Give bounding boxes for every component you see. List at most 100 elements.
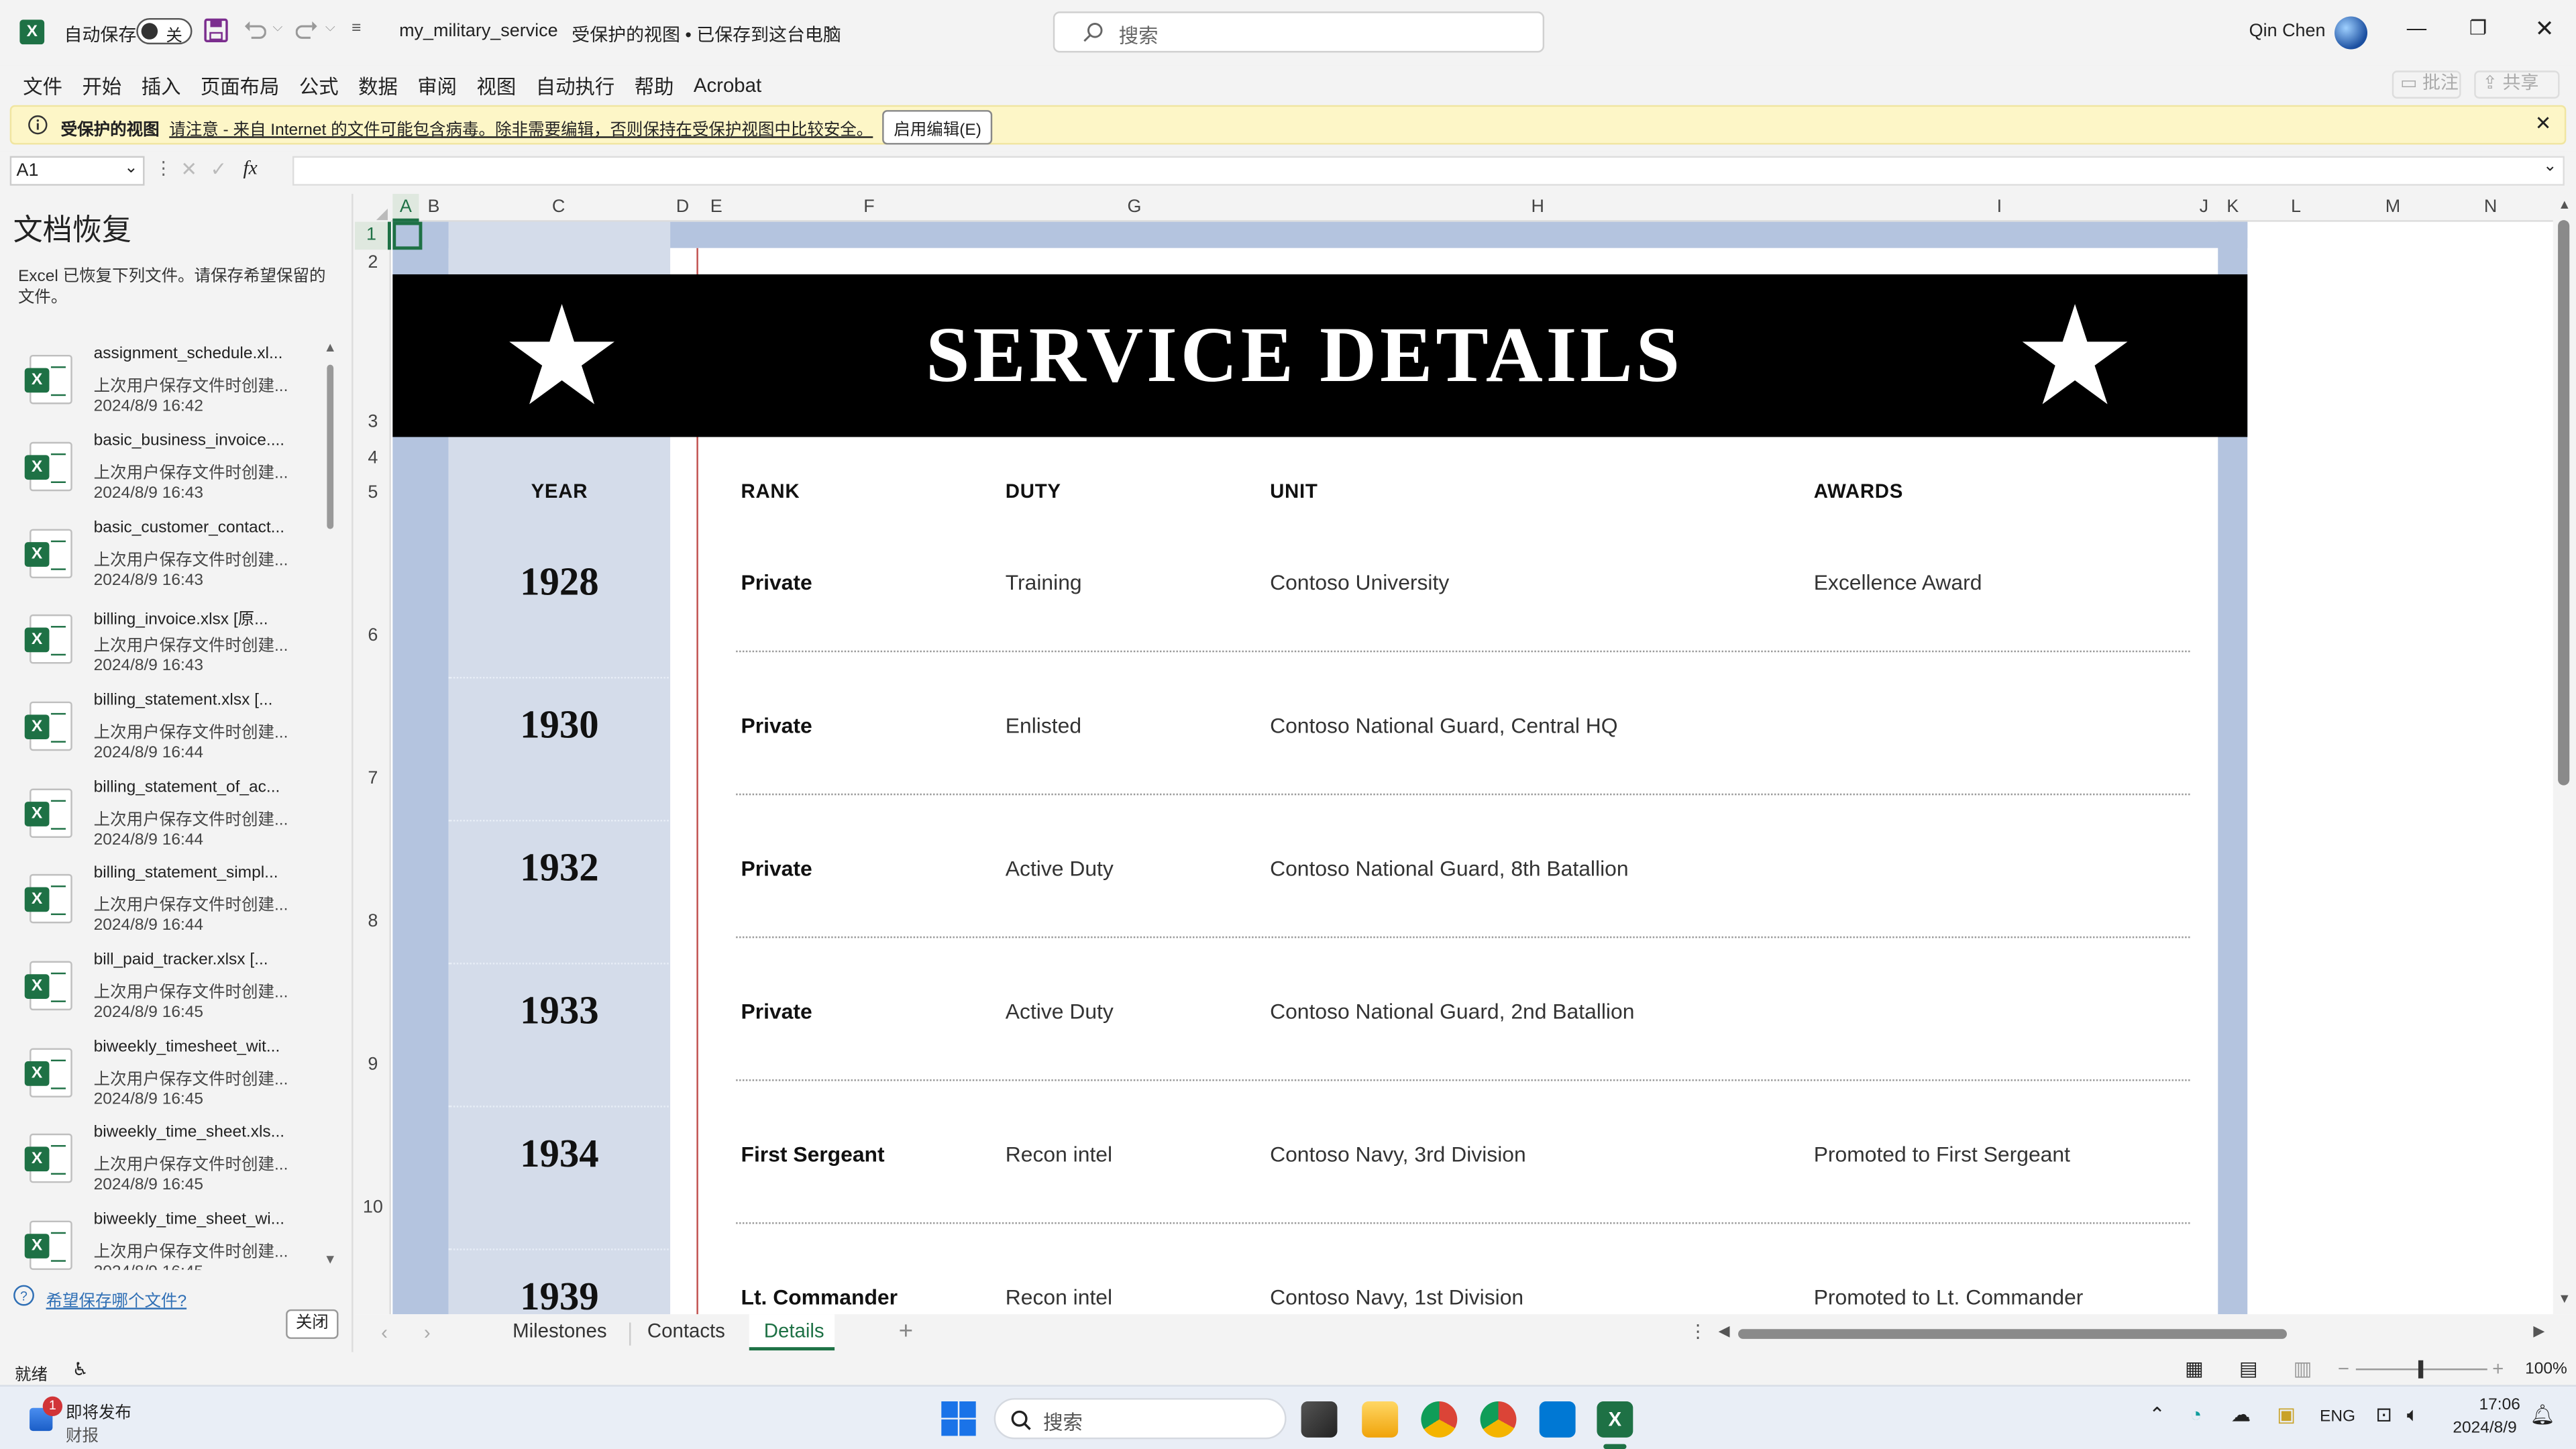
menu-home[interactable]: 开始	[72, 72, 131, 100]
add-sheet-icon[interactable]: +	[899, 1318, 913, 1346]
scroll-up-icon[interactable]: ▲	[323, 340, 336, 355]
search-box[interactable]: 搜索	[1053, 11, 1545, 53]
horizontal-scrollbar[interactable]: ◀ ▶	[1719, 1322, 2550, 1344]
recovery-file-item[interactable]: Xbiweekly_timesheet_wit... 上次用户保存文件时创建...…	[0, 1038, 321, 1124]
row-header[interactable]: 5	[355, 483, 391, 508]
share-button[interactable]: ⇪ 共享 ⌄	[2474, 70, 2560, 118]
recovery-file-item[interactable]: Xbilling_statement_simpl... 上次用户保存文件时创建..…	[0, 864, 321, 949]
chrome-profile-icon[interactable]	[1480, 1401, 1517, 1438]
page-layout-view-icon[interactable]: ▤	[2239, 1357, 2258, 1380]
cancel-entry-icon[interactable]: ✕	[180, 158, 197, 180]
undo-icon[interactable]	[243, 19, 266, 41]
column-header[interactable]: B	[419, 194, 448, 222]
zoom-in-icon[interactable]: +	[2492, 1357, 2504, 1380]
row-header[interactable]: 7	[355, 769, 391, 794]
clock-time[interactable]: 17:06	[2479, 1397, 2520, 1415]
column-header[interactable]: K	[2218, 194, 2247, 222]
tab-options-icon[interactable]: ⋮	[1689, 1321, 1707, 1342]
enable-editing-button[interactable]: 启用编辑(E)	[882, 110, 994, 145]
normal-view-icon[interactable]: ▦	[2185, 1357, 2204, 1380]
column-header[interactable]: F	[736, 194, 1002, 222]
recovery-close-button[interactable]: 关闭	[286, 1309, 339, 1339]
row-header[interactable]: 1	[354, 221, 391, 250]
document-status[interactable]: 受保护的视图 • 已保存到这台电脑	[572, 21, 841, 48]
clock-date[interactable]: 2024/8/9	[2453, 1419, 2516, 1438]
menu-review[interactable]: 审阅	[408, 72, 467, 100]
insert-function-icon[interactable]: fx	[243, 156, 257, 181]
sheet-tab-contacts[interactable]: Contacts	[647, 1320, 725, 1342]
restore-icon[interactable]: ❐	[2469, 16, 2487, 39]
vscroll-thumb[interactable]	[2558, 220, 2570, 786]
menu-acrobat[interactable]: Acrobat	[684, 74, 771, 97]
recovery-file-item[interactable]: Xbiweekly_time_sheet_wi... 上次用户保存文件时创建...…	[0, 1211, 321, 1271]
expand-formula-icon[interactable]: ⌄	[2543, 158, 2557, 176]
row-header[interactable]: 3	[355, 413, 391, 437]
recovery-file-item[interactable]: Xbiweekly_time_sheet.xls... 上次用户保存文件时创建..…	[0, 1124, 321, 1209]
volume-icon[interactable]: 🔈︎	[2407, 1403, 2419, 1428]
row-header[interactable]: 4	[355, 449, 391, 474]
undo-dropdown-icon[interactable]: ⌵	[273, 19, 283, 36]
chrome-icon[interactable]	[1421, 1401, 1458, 1438]
zoom-level[interactable]: 100%	[2525, 1360, 2567, 1379]
column-header[interactable]: N	[2441, 194, 2540, 222]
status-chevron-down-icon[interactable]: ⌄	[823, 18, 837, 36]
next-sheet-icon[interactable]: ›	[424, 1321, 431, 1344]
customize-toolbar-icon[interactable]: ≡	[352, 19, 361, 38]
recovery-file-item[interactable]: Xbilling_statement.xlsx [... 上次用户保存文件时创建.…	[0, 692, 321, 777]
sheet-tab-milestones[interactable]: Milestones	[513, 1320, 606, 1342]
column-header[interactable]: M	[2345, 194, 2441, 222]
name-box-chevron-icon[interactable]: ⌄	[124, 160, 138, 178]
hscroll-right-icon[interactable]: ▶	[2533, 1322, 2544, 1340]
vscroll-down-icon[interactable]: ▼	[2558, 1291, 2571, 1306]
column-header[interactable]: L	[2247, 194, 2344, 222]
task-view-icon[interactable]	[1301, 1401, 1338, 1438]
zoom-out-icon[interactable]: −	[2338, 1357, 2349, 1380]
user-name[interactable]: Qin Chen	[2249, 21, 2326, 41]
tray-app-icon[interactable]: ▣	[2277, 1403, 2296, 1426]
file-explorer-icon[interactable]	[1362, 1401, 1399, 1438]
row-header[interactable]: 6	[355, 626, 391, 651]
column-header[interactable]: J	[2190, 194, 2218, 222]
vscroll-up-icon[interactable]: ▲	[2558, 197, 2571, 212]
worksheet-grid[interactable]: A B C D E F G H I J K L M N 1 2 3 4 5 6 …	[354, 193, 2576, 1315]
autosave-toggle[interactable]: 关	[136, 17, 193, 46]
prev-sheet-icon[interactable]: ‹	[381, 1321, 388, 1344]
network-icon[interactable]: ⊡	[2375, 1403, 2392, 1426]
tray-overflow-icon[interactable]: ⌃	[2149, 1403, 2165, 1426]
row-header[interactable]: 9	[355, 1055, 391, 1079]
zoom-slider-handle[interactable]	[2418, 1360, 2424, 1379]
recovery-file-item[interactable]: Xbilling_invoice.xlsx [原... 上次用户保存文件时创建..…	[0, 604, 321, 690]
onedrive-icon[interactable]: ☁	[2231, 1403, 2251, 1426]
recovery-scrollbar[interactable]: ▲ ▼	[323, 340, 337, 1270]
close-window-icon[interactable]: ✕	[2535, 15, 2555, 43]
menu-help[interactable]: 帮助	[625, 72, 684, 100]
input-language[interactable]: ENG	[2320, 1408, 2355, 1426]
menu-formulas[interactable]: 公式	[289, 72, 348, 100]
which-file-link[interactable]: 希望保存哪个文件?	[46, 1287, 187, 1311]
recovery-file-item[interactable]: Xbilling_statement_of_ac... 上次用户保存文件时创建..…	[0, 779, 321, 864]
save-icon[interactable]	[204, 18, 229, 43]
row-header[interactable]: 8	[355, 912, 391, 936]
edge-tray-icon[interactable]: ◔	[2190, 1403, 2202, 1426]
redo-icon[interactable]	[295, 19, 319, 41]
menu-view[interactable]: 视图	[467, 72, 526, 100]
column-header[interactable]: H	[1267, 194, 1809, 222]
start-button[interactable]	[941, 1401, 976, 1436]
menu-file[interactable]: 文件	[13, 72, 72, 100]
name-box[interactable]: A1 ⌄	[9, 156, 145, 186]
column-header[interactable]: A	[392, 193, 419, 222]
formula-input[interactable]	[292, 156, 2565, 186]
scroll-down-icon[interactable]: ▼	[323, 1252, 336, 1267]
redo-dropdown-icon[interactable]: ⌵	[325, 19, 335, 36]
column-header[interactable]: D	[669, 194, 697, 222]
menu-page-layout[interactable]: 页面布局	[191, 72, 289, 100]
row-header[interactable]: 10	[355, 1197, 391, 1222]
scroll-thumb[interactable]	[327, 364, 334, 529]
more-options-icon[interactable]: ⋮	[154, 158, 172, 179]
recovery-file-item[interactable]: Xbasic_customer_contact... 上次用户保存文件时创建...…	[0, 519, 321, 604]
vscode-icon[interactable]	[1539, 1401, 1576, 1438]
news-widget[interactable]: 1 即将发布 财报	[23, 1395, 154, 1446]
accessibility-icon[interactable]: ♿	[72, 1358, 89, 1380]
vertical-scrollbar[interactable]: ▲ ▼	[2553, 193, 2576, 1315]
taskbar-search[interactable]: 搜索	[994, 1398, 1287, 1440]
